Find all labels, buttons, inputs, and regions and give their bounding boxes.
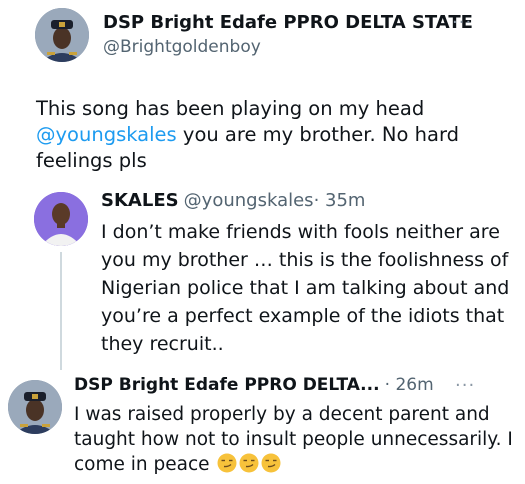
author-handle[interactable]: @youngskales [184,190,314,211]
thread-line [60,252,62,370]
timestamp[interactable]: · 35m [314,190,366,211]
author-name[interactable]: DSP Bright Edafe PPRO DELTA... [74,375,380,395]
tweet-text: I don’t make friends with fools neither … [101,221,510,355]
smirk-emoji-icon [261,453,281,473]
tweet-text-part: I was raised properly by a decent parent… [74,404,513,475]
author-handle[interactable]: @Brightgoldenboy [103,37,261,57]
tweet-header: DSP Bright Edafe PPRO DELTA... · 26m [74,375,434,395]
smirk-emoji-icon [239,453,259,473]
tweet-text: This song has been playing on my head @y… [36,96,516,174]
tweet-text: I was raised properly by a decent parent… [74,402,514,477]
police-officer-avatar-icon [35,8,89,62]
mention-link[interactable]: @youngskales [36,123,177,146]
timestamp[interactable]: · 26m [385,375,434,395]
author-name[interactable]: DSP Bright Edafe PPRO DELTA STATE [103,12,473,33]
avatar[interactable] [35,8,89,62]
police-officer-avatar-icon [8,380,62,434]
smirk-emoji-icon [217,453,237,473]
more-options-icon[interactable]: ··· [452,12,472,33]
skales-avatar-icon [34,192,88,246]
tweet-text-part: This song has been playing on my head [36,97,425,120]
avatar[interactable] [8,380,62,434]
reply-header: SKALES @youngskales· 35m [101,190,365,211]
author-name[interactable]: SKALES [101,190,179,211]
more-options-icon[interactable]: ··· [455,375,475,396]
avatar[interactable] [34,192,88,246]
